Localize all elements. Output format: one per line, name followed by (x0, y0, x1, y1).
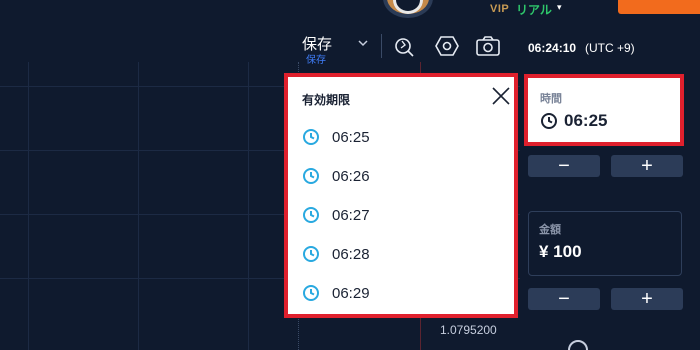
drawing-tools-icon[interactable] (392, 33, 418, 59)
amount-field[interactable]: 金額 ¥ 100 (528, 211, 682, 276)
expiry-option[interactable]: 06:26 (302, 162, 502, 190)
expiry-option-label: 06:29 (332, 284, 370, 302)
clock-icon (302, 128, 320, 146)
clock-icon (302, 284, 320, 302)
partial-icon (568, 340, 588, 350)
settings-hexagon-icon[interactable] (434, 33, 460, 59)
time-field-label: 時間 (540, 93, 562, 105)
expiry-option-label: 06:28 (332, 245, 370, 263)
expiry-time-field[interactable]: 時間 06:25 (524, 74, 684, 146)
amount-field-label: 金額 (539, 224, 561, 236)
expiry-option[interactable]: 06:28 (302, 240, 502, 268)
amount-increase-button[interactable]: + (611, 288, 683, 310)
expiry-dropdown-title: 有効期限 (302, 93, 351, 107)
expiry-option-label: 06:25 (332, 128, 370, 146)
time-field-value: 06:25 (564, 111, 608, 130)
clock-icon (302, 206, 320, 224)
timezone-label: (UTC +9) (585, 41, 635, 55)
amount-field-value: ¥ 100 (539, 242, 582, 261)
grid-line (248, 62, 249, 350)
chevron-down-icon[interactable] (357, 36, 369, 48)
server-time: 06:24:10 (528, 41, 577, 55)
expiry-dropdown: 有効期限 06:25 06:26 06:27 06:28 06:29 (284, 73, 518, 318)
expiry-option[interactable]: 06:25 (302, 123, 502, 151)
expiry-option[interactable]: 06:27 (302, 201, 502, 229)
vip-badge: VIP (490, 3, 510, 15)
expiry-option-label: 06:27 (332, 206, 370, 224)
clock-icon (302, 167, 320, 185)
close-icon[interactable] (490, 85, 512, 107)
save-template-sublabel: 保存 (306, 55, 326, 66)
clock-icon (540, 112, 558, 130)
expiry-option[interactable]: 06:29 (302, 279, 502, 307)
grid-line (28, 62, 29, 350)
price-axis-label: 1.0795200 (440, 323, 497, 337)
time-decrease-button[interactable]: − (528, 155, 600, 177)
toolbar-divider (381, 34, 382, 58)
expiry-option-label: 06:26 (332, 167, 370, 185)
grid-line (138, 62, 139, 350)
screenshot-camera-icon[interactable] (475, 33, 501, 59)
clock-icon (302, 245, 320, 263)
account-type-selector[interactable]: リアル (516, 1, 552, 18)
account-dropdown-caret[interactable]: ▾ (557, 2, 562, 13)
deposit-button[interactable] (618, 0, 700, 14)
amount-decrease-button[interactable]: − (528, 288, 600, 310)
time-increase-button[interactable]: + (611, 155, 683, 177)
